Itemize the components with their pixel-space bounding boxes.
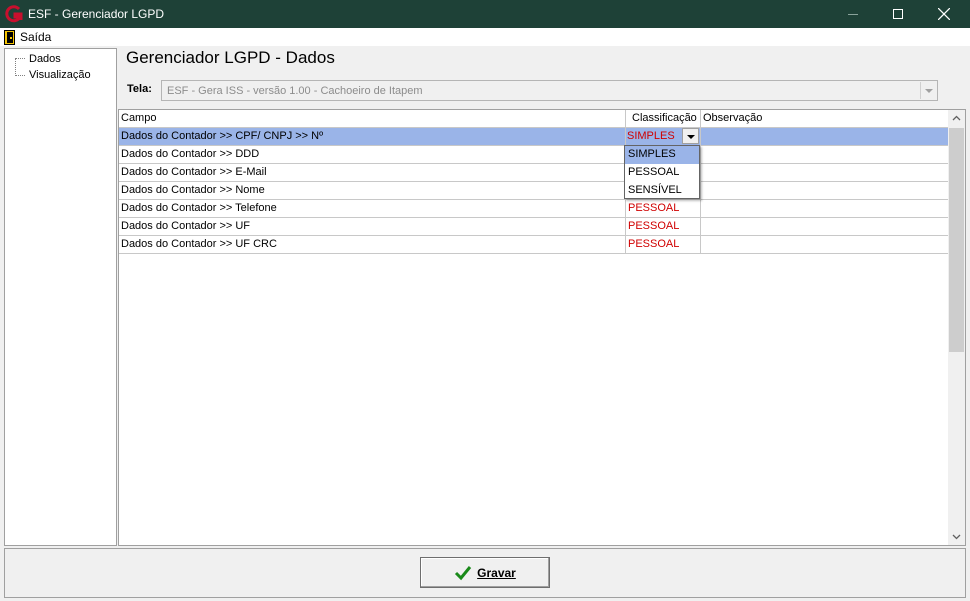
table-row[interactable]: Dados do Contador >> UF CRC PESSOAL — [119, 236, 949, 254]
menu-saida-label: Saída — [20, 30, 52, 44]
column-header-classificacao[interactable]: Classificação — [626, 110, 701, 128]
cell-observacao[interactable] — [701, 182, 949, 199]
chevron-up-icon — [952, 115, 961, 121]
dropdown-option-pessoal[interactable]: PESSOAL — [625, 164, 699, 182]
tree-connector — [15, 58, 25, 59]
tela-dropdown-button[interactable] — [920, 82, 936, 99]
table-row[interactable]: Dados do Contador >> Nome — [119, 182, 949, 200]
tree-connector — [15, 75, 25, 76]
grid-header: Campo Classificação Observação — [119, 110, 950, 128]
column-header-observacao[interactable]: Observação — [701, 110, 950, 128]
classification-value: PESSOAL — [628, 220, 680, 232]
tree-connector — [15, 58, 16, 76]
tela-select[interactable]: ESF - Gera ISS - versão 1.00 - Cachoeiro… — [161, 80, 938, 101]
classificacao-editor-value: SIMPLES — [627, 130, 675, 142]
menu-bar: Saída — [0, 28, 970, 46]
scroll-thumb[interactable] — [949, 128, 964, 352]
tela-select-value: ESF - Gera ISS - versão 1.00 - Cachoeiro… — [167, 85, 423, 97]
cell-classificacao[interactable]: PESSOAL — [626, 200, 701, 217]
cell-classificacao[interactable]: PESSOAL — [626, 218, 701, 235]
chevron-down-icon — [952, 534, 961, 540]
cell-campo[interactable]: Dados do Contador >> UF — [119, 218, 626, 235]
table-row[interactable]: Dados do Contador >> DDD — [119, 146, 949, 164]
chevron-down-icon — [925, 89, 933, 93]
cell-classificacao[interactable]: PESSOAL — [626, 236, 701, 253]
cell-campo[interactable]: Dados do Contador >> E-Mail — [119, 164, 626, 181]
minimize-button[interactable] — [829, 0, 875, 28]
table-row[interactable]: Dados do Contador >> Telefone PESSOAL — [119, 200, 949, 218]
cell-observacao[interactable] — [701, 164, 949, 181]
close-icon — [938, 8, 950, 20]
gravar-label: Gravar — [477, 565, 516, 580]
table-row[interactable]: Dados do Contador >> E-Mail — [119, 164, 949, 182]
vertical-scrollbar[interactable] — [948, 110, 965, 545]
sidebar-item-dados[interactable]: Dados — [29, 53, 61, 65]
dropdown-option-sensivel[interactable]: SENSÍVEL — [625, 182, 699, 200]
page-title: Gerenciador LGPD - Dados — [126, 48, 335, 67]
cell-observacao[interactable] — [701, 200, 949, 217]
dropdown-option-simples[interactable]: SIMPLES — [625, 146, 699, 164]
cell-campo[interactable]: Dados do Contador >> CPF/ CNPJ >> Nº — [119, 128, 626, 145]
app-logo-icon — [5, 5, 23, 23]
window-title: ESF - Gerenciador LGPD — [28, 7, 165, 21]
scroll-down-button[interactable] — [948, 528, 965, 545]
exit-door-icon — [4, 29, 15, 45]
cell-campo[interactable]: Dados do Contador >> DDD — [119, 146, 626, 163]
maximize-button[interactable] — [875, 0, 921, 28]
tela-label: Tela: — [127, 83, 152, 95]
checkmark-icon — [455, 565, 472, 580]
cell-campo[interactable]: Dados do Contador >> Telefone — [119, 200, 626, 217]
data-grid: Campo Classificação Observação Dados do … — [118, 109, 966, 546]
minimize-icon — [848, 14, 858, 15]
table-row[interactable]: Dados do Contador >> UF PESSOAL — [119, 218, 949, 236]
cell-observacao[interactable] — [701, 146, 949, 163]
classification-value: PESSOAL — [628, 238, 680, 250]
gravar-button[interactable]: Gravar — [420, 557, 550, 588]
table-row[interactable]: Dados do Contador >> CPF/ CNPJ >> Nº — [119, 128, 949, 146]
sidebar-tree: Dados Visualização — [4, 48, 117, 546]
chevron-down-icon — [687, 135, 695, 139]
title-bar: ESF - Gerenciador LGPD — [0, 0, 970, 28]
cell-observacao[interactable] — [701, 218, 949, 235]
classification-value: PESSOAL — [628, 202, 680, 214]
classificacao-dropdown-button[interactable] — [682, 128, 699, 144]
classificacao-dropdown-list: SIMPLES PESSOAL SENSÍVEL — [624, 145, 700, 199]
cell-observacao[interactable] — [701, 128, 949, 145]
column-header-campo[interactable]: Campo — [119, 110, 626, 128]
cell-campo[interactable]: Dados do Contador >> Nome — [119, 182, 626, 199]
cell-observacao[interactable] — [701, 236, 949, 253]
maximize-icon — [893, 9, 903, 19]
cell-campo[interactable]: Dados do Contador >> UF CRC — [119, 236, 626, 253]
sidebar-item-visualizacao[interactable]: Visualização — [29, 69, 91, 81]
menu-item-saida[interactable]: Saída — [4, 29, 51, 45]
scroll-up-button[interactable] — [948, 110, 965, 127]
close-button[interactable] — [921, 0, 967, 28]
